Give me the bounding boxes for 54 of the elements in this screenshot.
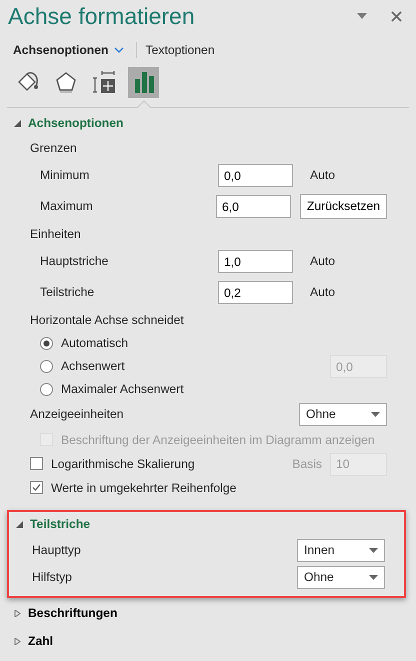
section-header[interactable]: Achsenoptionen: [7, 111, 406, 136]
section-header[interactable]: Teilstriche: [9, 512, 404, 537]
dropdown[interactable]: Innen: [297, 539, 385, 562]
checkbox[interactable]: [30, 481, 43, 494]
reset-button[interactable]: Zurücksetzen: [300, 194, 387, 219]
dropdown[interactable]: Ohne: [297, 566, 385, 589]
checkbox-label: Logarithmische Skalierung: [51, 456, 195, 473]
caret-icon: [369, 575, 378, 580]
tab[interactable]: Textoptionen: [145, 40, 223, 60]
field-label: Maximum: [40, 198, 94, 216]
expand-icon: [14, 638, 21, 645]
checkbox-label: Werte in umgekehrter Reihenfolge: [51, 480, 236, 497]
number-field[interactable]: 0,2: [218, 281, 293, 304]
auto-label: Auto: [310, 167, 336, 184]
collapse-icon: [14, 120, 21, 127]
size-position-icon: [92, 70, 116, 94]
number-field: 0,0: [330, 355, 387, 378]
panel-title: Achse formatieren: [8, 2, 196, 31]
chevron-icon: [114, 46, 124, 53]
checkbox[interactable]: [30, 457, 43, 470]
group-label: Horizontale Achse schneidet: [30, 312, 184, 329]
radio-button[interactable]: [40, 382, 53, 396]
collapse-icon: [16, 521, 23, 528]
caret-icon: [371, 412, 380, 417]
auto-label: Auto: [310, 284, 336, 302]
section-header[interactable]: Beschriftungen: [7, 601, 406, 626]
field-label: Anzeigeeinheiten: [30, 406, 124, 424]
radio-label: Achsenwert: [61, 358, 125, 376]
dropdown-icon[interactable]: [357, 13, 367, 19]
number-field[interactable]: 6,0: [216, 195, 291, 218]
field-label: Hauptstriche: [40, 253, 110, 270]
number-field: 10: [330, 452, 387, 476]
radio-label: Maximaler Achsenwert: [61, 381, 184, 398]
tab[interactable]: Achsenoptionen: [13, 40, 132, 60]
group-label: Grenzen: [30, 140, 77, 157]
field-label: Basis: [292, 456, 322, 473]
close-icon[interactable]: [391, 10, 402, 22]
expand-icon: [14, 610, 21, 617]
field-label: Hilfstyp: [32, 569, 72, 586]
caret-icon: [369, 548, 378, 553]
section-header[interactable]: Zahl: [7, 629, 406, 654]
dropdown[interactable]: Ohne: [299, 403, 387, 426]
radio-button[interactable]: [40, 360, 53, 373]
field-label: Haupttyp: [32, 542, 81, 560]
radio-button[interactable]: [40, 336, 53, 350]
field-label: Teilstriche: [40, 284, 96, 302]
group-label: Einheiten: [30, 226, 81, 243]
checkbox-label: Beschriftung der Anzeigeeinheiten im Diagramm anzeigen: [61, 432, 375, 449]
pentagon-icon: [54, 70, 78, 94]
field-label: Minimum: [40, 167, 90, 184]
radio-label: Automatisch: [61, 335, 128, 352]
number-field[interactable]: 0,0: [218, 164, 293, 187]
auto-label: Auto: [310, 253, 336, 270]
number-field[interactable]: 1,0: [218, 250, 293, 273]
